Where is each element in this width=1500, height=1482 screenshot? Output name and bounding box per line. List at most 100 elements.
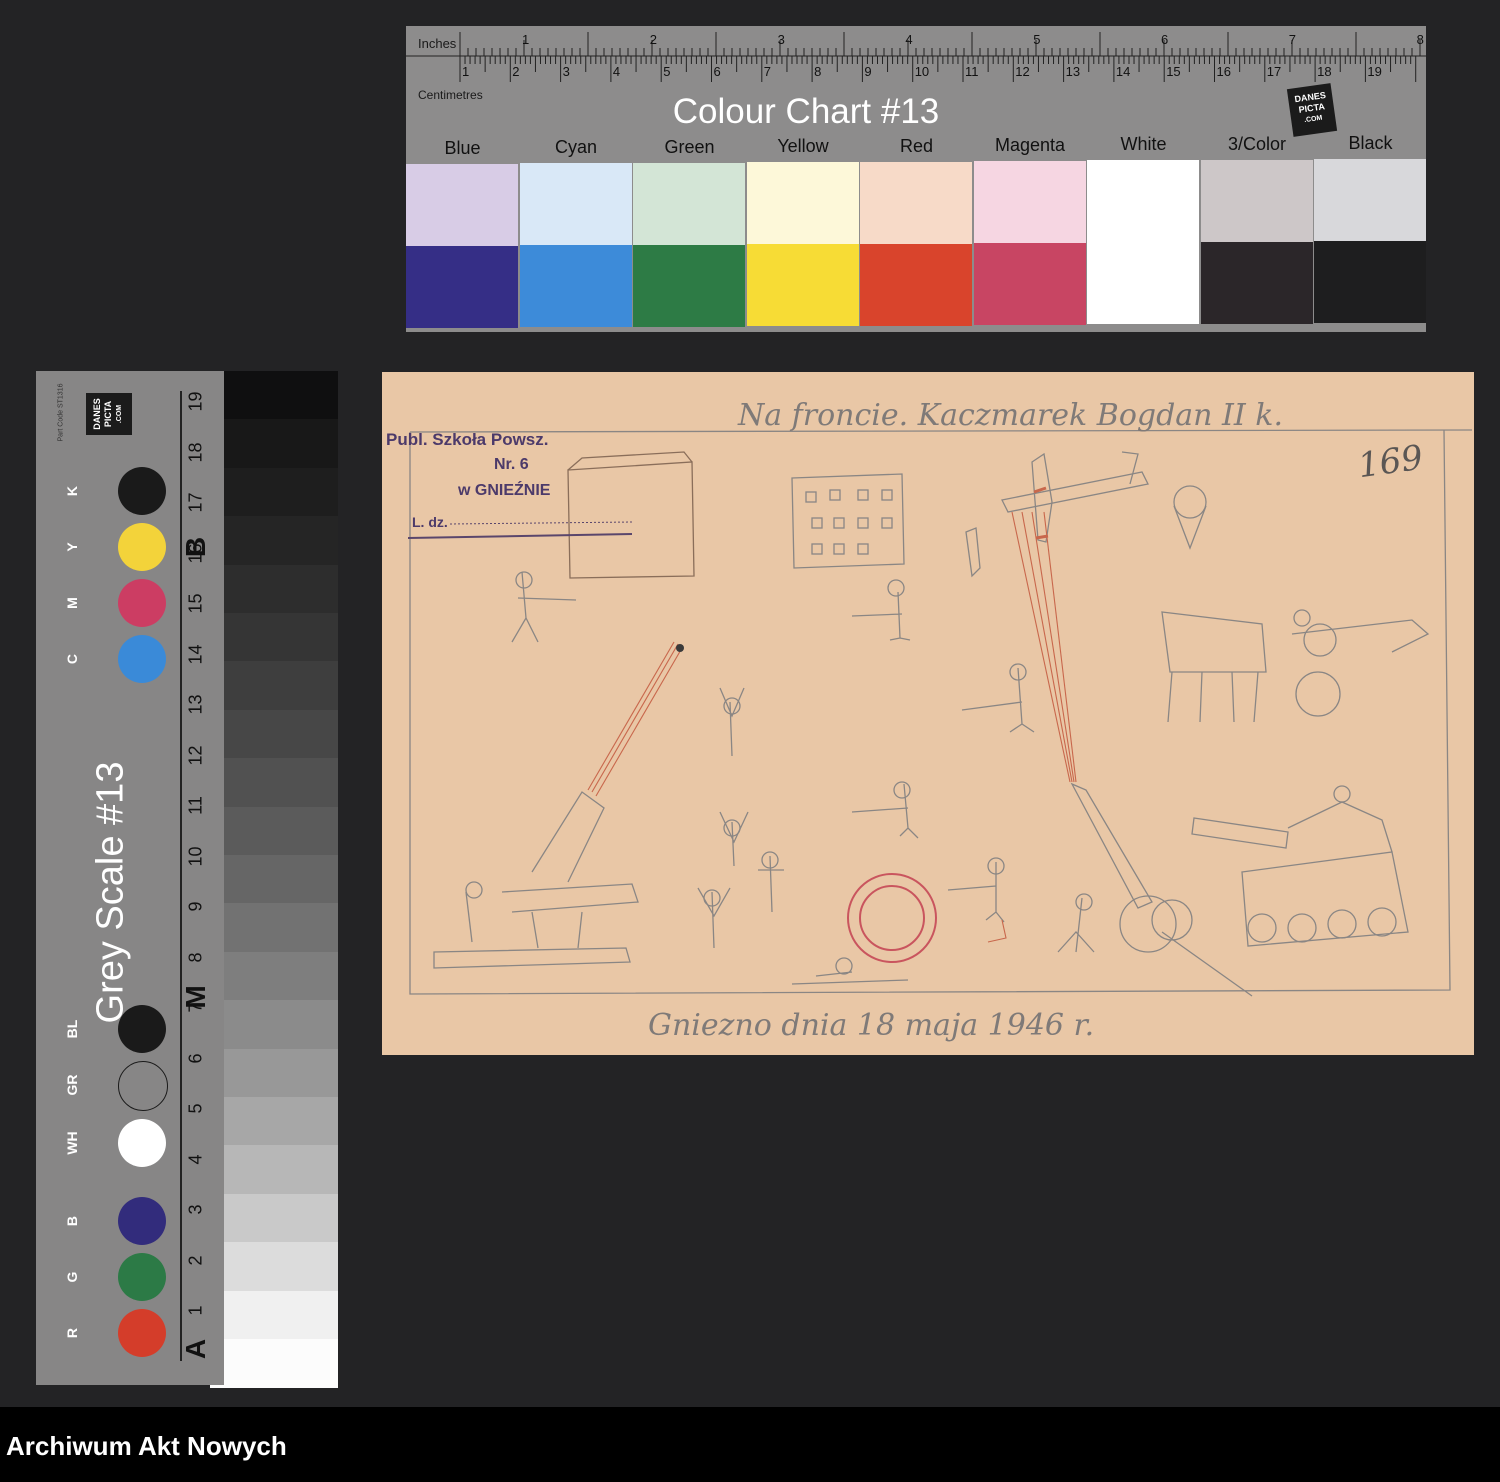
colour-dot-wh — [118, 1119, 166, 1167]
swatch-light-0 — [406, 164, 518, 246]
colour-chart-title: Colour Chart #13 — [672, 92, 940, 131]
grey-patch — [210, 564, 338, 614]
cm-number: 5 — [663, 64, 671, 79]
colour-swatches — [406, 159, 1426, 332]
logo-line: .COM — [116, 404, 123, 424]
colour-dot-label: BL — [64, 1019, 80, 1039]
grey-scale-number: 10 — [185, 845, 206, 867]
cm-number: 14 — [1115, 64, 1131, 79]
cm-number: 2 — [512, 64, 520, 79]
patch-name-2: Green — [664, 136, 715, 157]
grey-patch — [210, 1242, 338, 1292]
inch-number: 3 — [777, 32, 785, 47]
colour-dot-label: R — [64, 1327, 80, 1339]
swatch-dark-2 — [633, 244, 745, 327]
archive-name: Archiwum Akt Nowych — [6, 1431, 287, 1461]
grey-patch — [210, 661, 338, 711]
colour-dot-label: C — [64, 653, 80, 665]
swatch-light-8 — [1314, 159, 1426, 242]
drawing-title: Na froncie. Kaczmarek Bogdan II k. — [738, 398, 1283, 433]
colour-dot-label: WH — [64, 1131, 80, 1155]
grey-scale-number: 12 — [185, 744, 206, 766]
colour-chart: Inches Centimetres 1 2 3 4 5 6 7 8 9 10 11 12 13 14 15… — [406, 26, 1426, 332]
grey-scale-number: 5 — [185, 1103, 206, 1114]
swatch-dark-8 — [1314, 241, 1426, 324]
cm-number: 8 — [814, 64, 822, 79]
colour-dot-bl — [118, 1005, 166, 1053]
inch-number: 1 — [522, 32, 530, 47]
colour-dot-label: B — [64, 1215, 80, 1227]
swatch-dark-7 — [1200, 241, 1313, 324]
grey-scale-number: 11 — [185, 796, 206, 815]
swatch-light-3 — [746, 162, 859, 245]
building — [567, 461, 695, 579]
grey-scale-number: 18 — [185, 441, 206, 463]
logo-line: DANES — [92, 398, 102, 430]
grey-scale-number: 15 — [185, 593, 206, 614]
cm-number: 16 — [1216, 64, 1231, 79]
grey-patch — [210, 1048, 338, 1098]
child-drawing: Na froncie. Kaczmarek Bogdan II k. 169 P… — [382, 372, 1474, 1055]
red-seal — [847, 873, 937, 963]
inch-number: 5 — [1033, 32, 1041, 47]
school-stamp-line3: w GNIEŹNIE — [458, 482, 551, 499]
school-stamp-line4: L. dz. — [412, 514, 448, 530]
cm-number: 19 — [1367, 64, 1382, 79]
patch-name-0: Blue — [444, 138, 481, 158]
frame — [409, 429, 1451, 995]
grey-patch — [210, 806, 338, 856]
grey-patch — [210, 903, 338, 953]
cm-number: 15 — [1166, 64, 1181, 79]
grey-scale-number: 19 — [185, 391, 206, 412]
patch-name-5: Magenta — [994, 135, 1066, 155]
cannon — [531, 791, 605, 883]
swatch-light-7 — [1200, 159, 1313, 242]
grey-patch — [210, 951, 338, 1001]
letter-m: M — [180, 985, 211, 1009]
shell — [676, 644, 684, 652]
inches-label: Inches — [418, 36, 457, 51]
colour-dot-label: Y — [64, 542, 80, 552]
grey-patch — [210, 419, 338, 469]
swatch-light-5 — [973, 161, 1086, 243]
patch-name-3: Yellow — [777, 136, 829, 157]
cm-number: 9 — [864, 64, 872, 79]
grey-patch — [210, 371, 338, 420]
cm-number: 7 — [763, 64, 772, 79]
colour-dot-c — [118, 635, 166, 683]
cm-number: 4 — [612, 64, 621, 79]
patch-name-4: Red — [899, 135, 934, 156]
swatch-dark-6 — [1087, 242, 1199, 325]
grey-patch — [210, 467, 338, 517]
cm-number: 12 — [1015, 64, 1030, 79]
swatch-light-1 — [519, 163, 632, 246]
grey-patch — [210, 1145, 338, 1195]
swatch-light-4 — [860, 161, 972, 244]
swatch-dark-5 — [973, 243, 1086, 325]
colour-dot-y — [118, 523, 166, 571]
grey-scale-card: Part Code ST1316 DANES PICTA .COM Grey S… — [36, 371, 224, 1385]
colour-dot-k — [118, 467, 166, 515]
cm-number: 11 — [965, 64, 979, 79]
grey-scale-title: Grey Scale #13 — [89, 761, 132, 1024]
part-code: Part Code ST1316 — [57, 383, 65, 442]
inch-number: 8 — [1416, 32, 1424, 47]
colour-dot-gr — [118, 1061, 168, 1111]
danes-picta-logo: DANES PICTA .COM — [86, 393, 132, 435]
patch-name-7: 3/Color — [1227, 133, 1287, 154]
grey-scale-rule — [180, 391, 182, 1361]
grey-scale-number: 17 — [185, 492, 206, 513]
footer-bar: Archiwum Akt Nowych — [0, 1407, 1500, 1482]
horse-cart — [1161, 611, 1267, 673]
colour-dot-b — [118, 1197, 166, 1245]
patch-name-6: White — [1120, 134, 1167, 155]
pencil-drawing — [407, 429, 1473, 997]
cm-number: 18 — [1317, 64, 1332, 79]
patch-name-8: Black — [1348, 133, 1393, 154]
cm-number: 1 — [462, 64, 470, 79]
letter-b: B — [180, 536, 211, 558]
cm-number: 3 — [562, 64, 570, 79]
school-stamp-line2: Nr. 6 — [494, 456, 529, 473]
swatch-light-2 — [633, 162, 745, 245]
grey-scale-number: 1 — [185, 1305, 206, 1316]
